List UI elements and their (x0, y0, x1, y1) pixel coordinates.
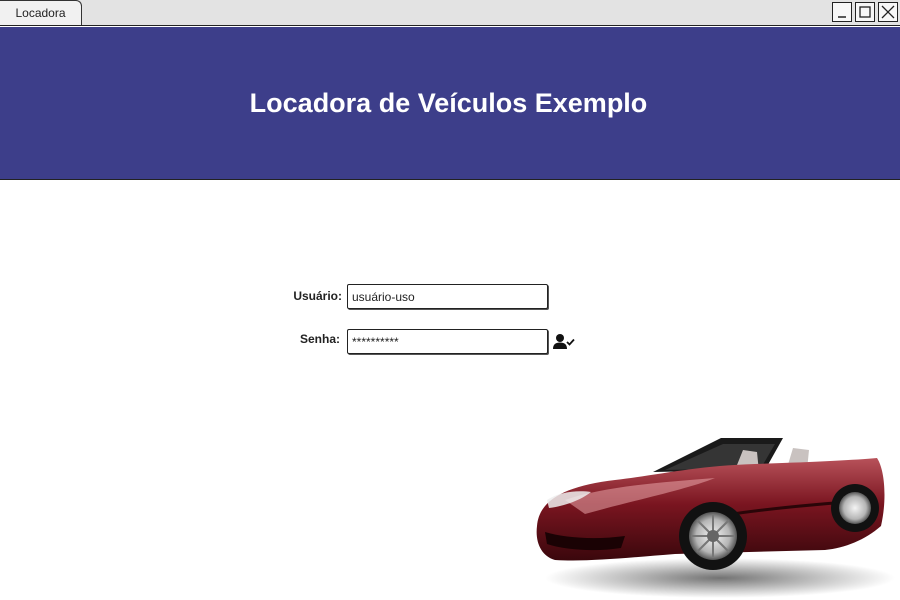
minimize-icon (838, 16, 846, 18)
maximize-icon (859, 6, 871, 18)
password-label: Senha: (299, 332, 340, 346)
user-input[interactable] (347, 284, 548, 309)
header-banner: Locadora de Veículos Exemplo (0, 27, 900, 180)
maximize-button[interactable] (855, 2, 875, 22)
window-titlebar: Locadora (0, 0, 900, 26)
car-illustration (536, 438, 895, 598)
password-input[interactable] (347, 329, 548, 354)
page-title: Locadora de Veículos Exemplo (249, 87, 648, 118)
tab-locadora[interactable]: Locadora (0, 0, 82, 25)
user-label: Usuário: (293, 289, 342, 303)
close-icon (881, 5, 895, 19)
minimize-button[interactable] (832, 2, 852, 22)
close-button[interactable] (878, 2, 898, 22)
window-controls (832, 2, 898, 22)
user-check-icon[interactable] (553, 333, 575, 351)
tab-label: Locadora (15, 6, 66, 20)
